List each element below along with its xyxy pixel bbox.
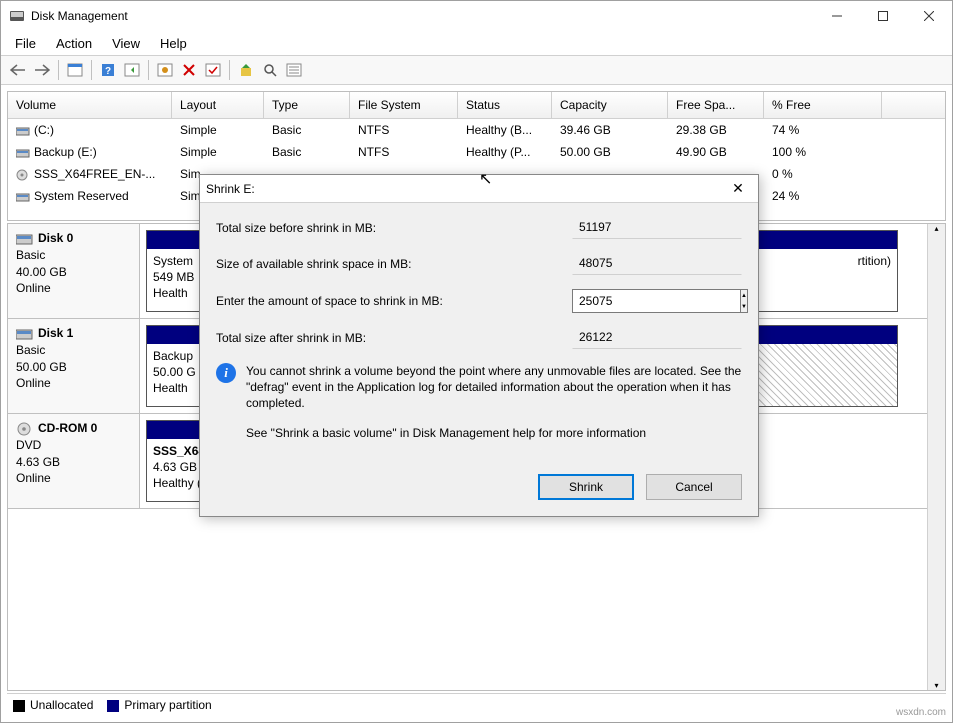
watermark: wsxdn.com <box>896 707 946 718</box>
search-button[interactable] <box>259 59 281 81</box>
label-amount: Enter the amount of space to shrink in M… <box>216 294 572 308</box>
info-icon: i <box>216 363 236 383</box>
col-pctfree[interactable]: % Free <box>764 92 882 118</box>
disk-header[interactable]: Disk 1Basic50.00 GBOnline <box>8 319 140 413</box>
menu-file[interactable]: File <box>5 32 46 55</box>
minimize-button[interactable] <box>814 1 860 31</box>
menu-view[interactable]: View <box>102 32 150 55</box>
app-icon <box>9 8 25 24</box>
legend-primary: Primary partition <box>107 698 211 712</box>
spin-down-icon[interactable]: ▼ <box>741 301 747 312</box>
info-text: You cannot shrink a volume beyond the po… <box>246 363 742 412</box>
separator <box>91 60 92 80</box>
label-available: Size of available shrink space in MB: <box>216 257 572 271</box>
help-button[interactable]: ? <box>97 59 119 81</box>
show-console-button[interactable] <box>64 59 86 81</box>
scrollbar[interactable]: ▴ ▾ <box>927 224 945 690</box>
disk-header[interactable]: Disk 0Basic40.00 GBOnline <box>8 224 140 318</box>
refresh-button[interactable] <box>154 59 176 81</box>
scroll-up-icon[interactable]: ▴ <box>934 224 938 233</box>
info-row: i You cannot shrink a volume beyond the … <box>216 363 742 412</box>
dialog-titlebar: Shrink E: ✕ <box>200 175 758 203</box>
delete-button[interactable] <box>178 59 200 81</box>
close-button[interactable] <box>906 1 952 31</box>
label-total-after: Total size after shrink in MB: <box>216 331 572 345</box>
disk-header[interactable]: CD-ROM 0DVD4.63 GBOnline <box>8 414 140 508</box>
label-total-before: Total size before shrink in MB: <box>216 221 572 235</box>
scroll-down-icon[interactable]: ▾ <box>934 681 938 690</box>
shrink-button[interactable]: Shrink <box>538 474 634 500</box>
forward-button[interactable] <box>31 59 53 81</box>
window-title: Disk Management <box>31 9 814 23</box>
dialog-title: Shrink E: <box>206 182 724 196</box>
shrink-amount-input[interactable] <box>572 289 741 313</box>
spin-up-icon[interactable]: ▲ <box>741 290 747 301</box>
toolbar: ? <box>1 55 952 85</box>
separator <box>58 60 59 80</box>
help-text: See "Shrink a basic volume" in Disk Mana… <box>246 426 742 440</box>
panel-button[interactable] <box>121 59 143 81</box>
value-total-after: 26122 <box>572 327 742 349</box>
volume-row[interactable]: (C:)SimpleBasicNTFSHealthy (B...39.46 GB… <box>8 119 945 141</box>
menu-action[interactable]: Action <box>46 32 102 55</box>
separator <box>229 60 230 80</box>
col-filesys[interactable]: File System <box>350 92 458 118</box>
maximize-button[interactable] <box>860 1 906 31</box>
col-layout[interactable]: Layout <box>172 92 264 118</box>
value-available: 48075 <box>572 253 742 275</box>
legend: Unallocated Primary partition <box>7 693 946 716</box>
spinner[interactable]: ▲▼ <box>741 289 748 313</box>
dialog-close-button[interactable]: ✕ <box>724 180 752 197</box>
checkmark-button[interactable] <box>202 59 224 81</box>
col-type[interactable]: Type <box>264 92 350 118</box>
volume-row[interactable]: Backup (E:)SimpleBasicNTFSHealthy (P...5… <box>8 141 945 163</box>
disk-management-window: Disk Management File Action View Help ? <box>0 0 953 723</box>
col-capacity[interactable]: Capacity <box>552 92 668 118</box>
menubar: File Action View Help <box>1 31 952 55</box>
value-total-before: 51197 <box>572 217 742 239</box>
svg-text:?: ? <box>105 66 111 77</box>
col-status[interactable]: Status <box>458 92 552 118</box>
separator <box>148 60 149 80</box>
cancel-button[interactable]: Cancel <box>646 474 742 500</box>
menu-help[interactable]: Help <box>150 32 197 55</box>
up-button[interactable] <box>235 59 257 81</box>
titlebar: Disk Management <box>1 1 952 31</box>
shrink-dialog: Shrink E: ✕ Total size before shrink in … <box>199 174 759 517</box>
col-volume[interactable]: Volume <box>8 92 172 118</box>
list-button[interactable] <box>283 59 305 81</box>
col-free[interactable]: Free Spa... <box>668 92 764 118</box>
legend-unallocated: Unallocated <box>13 698 93 712</box>
volume-table-header: Volume Layout Type File System Status Ca… <box>8 92 945 119</box>
back-button[interactable] <box>7 59 29 81</box>
